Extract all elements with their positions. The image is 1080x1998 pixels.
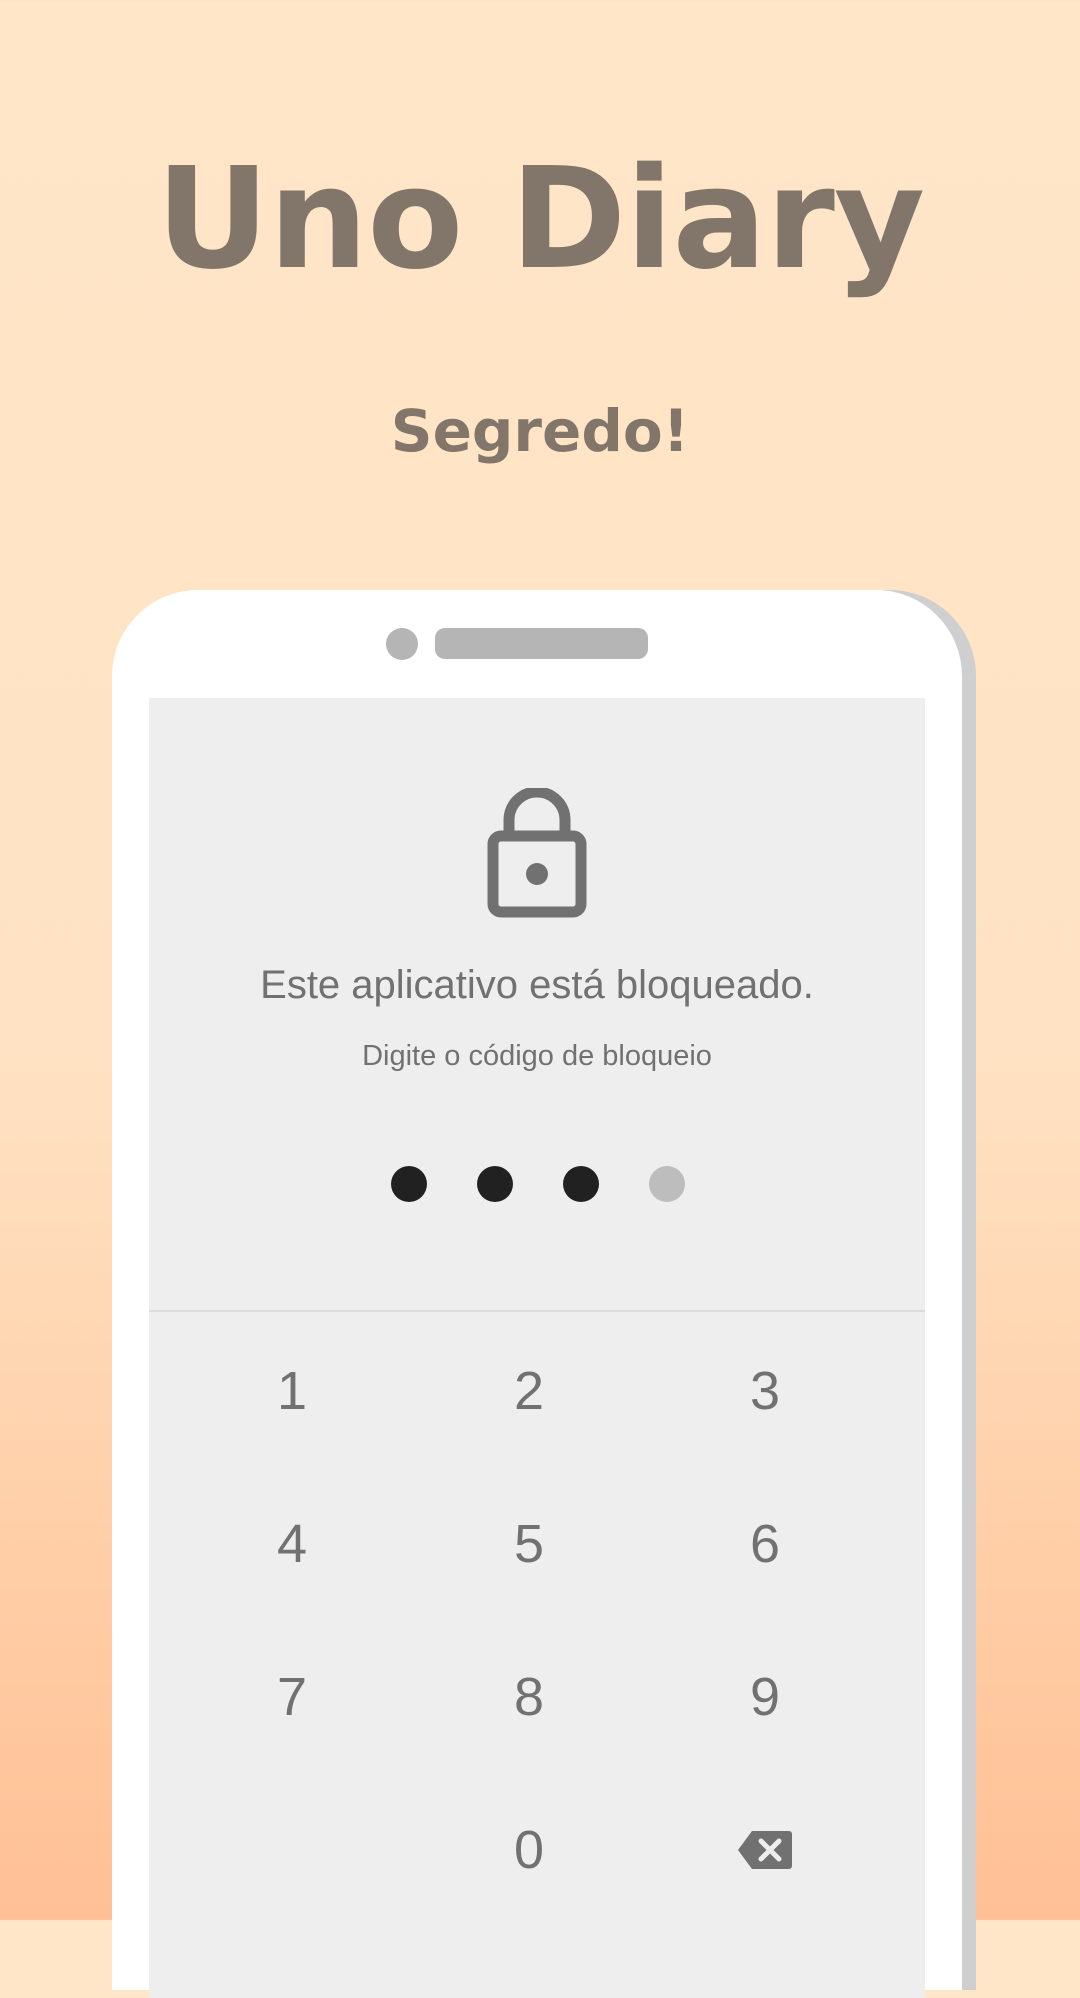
pin-indicator xyxy=(149,1166,925,1202)
phone-frame: Este aplicativo está bloqueado. Digite o… xyxy=(112,590,962,1998)
app-subtitle: Segredo! xyxy=(390,397,690,465)
delete-button[interactable] xyxy=(647,1785,883,1915)
lock-title: Este aplicativo está bloqueado. xyxy=(260,963,814,1007)
key-4[interactable]: 4 xyxy=(174,1479,410,1609)
lock-prompt: Digite o código de bloqueio xyxy=(362,1040,712,1072)
pin-dot-2 xyxy=(477,1166,513,1202)
pin-dot-3 xyxy=(563,1166,599,1202)
key-3[interactable]: 3 xyxy=(647,1326,883,1456)
key-1[interactable]: 1 xyxy=(174,1326,410,1456)
pin-dot-4 xyxy=(649,1166,685,1202)
key-6[interactable]: 6 xyxy=(647,1479,883,1609)
key-8[interactable]: 8 xyxy=(411,1632,647,1762)
pin-dot-1 xyxy=(391,1166,427,1202)
keypad-divider xyxy=(149,1310,925,1312)
key-5[interactable]: 5 xyxy=(411,1479,647,1609)
lock-screen: Este aplicativo está bloqueado. Digite o… xyxy=(149,698,925,1998)
key-2[interactable]: 2 xyxy=(411,1326,647,1456)
key-7[interactable]: 7 xyxy=(174,1632,410,1762)
speaker-grille xyxy=(435,628,648,659)
camera-dot xyxy=(386,628,418,660)
lock-icon xyxy=(487,786,587,918)
key-9[interactable]: 9 xyxy=(647,1632,883,1762)
key-0[interactable]: 0 xyxy=(411,1785,647,1915)
app-title: Uno Diary xyxy=(155,138,925,301)
backspace-icon xyxy=(738,1830,792,1870)
key-blank xyxy=(174,1785,410,1915)
